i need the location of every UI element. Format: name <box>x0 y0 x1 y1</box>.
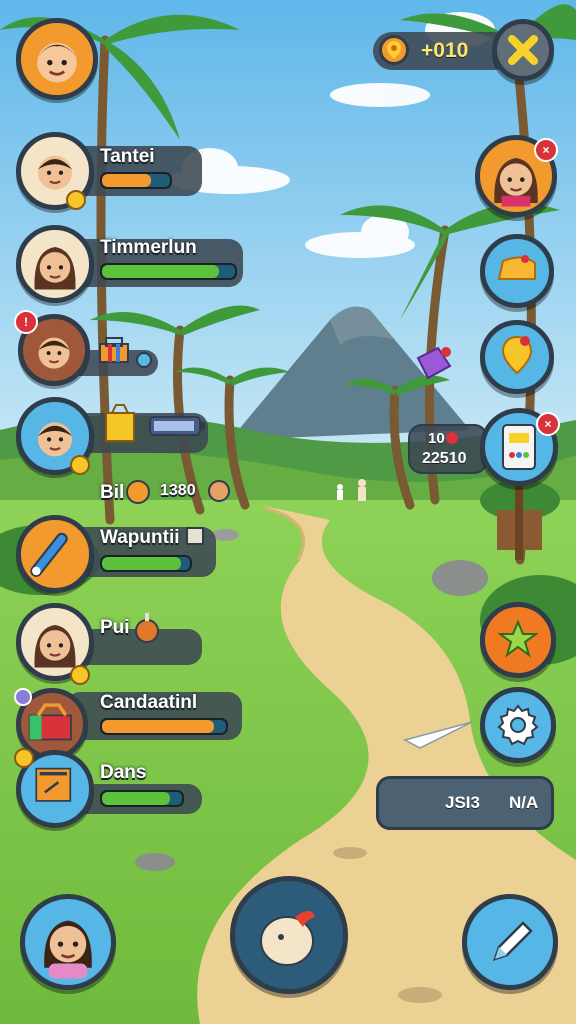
battery-icon <box>148 415 206 437</box>
character-progress-fill <box>102 792 170 805</box>
character-progress-fill <box>102 720 214 733</box>
bell-icon <box>14 748 34 768</box>
info-left-text: JSI3 <box>445 793 480 812</box>
character-row[interactable] <box>14 395 214 477</box>
map-pin-icon <box>497 333 537 382</box>
character-progress-bar <box>100 718 228 735</box>
star-icon <box>70 665 90 685</box>
cheese-icon <box>493 249 541 294</box>
toolbox-icon <box>28 703 72 741</box>
character-progress-fill <box>102 174 151 187</box>
close-button[interactable] <box>492 19 554 81</box>
map-pin-button[interactable] <box>480 320 554 394</box>
gem-icon <box>414 344 454 385</box>
profile-button[interactable] <box>20 894 116 990</box>
character-progress-bar <box>100 790 184 807</box>
right-action-column: × 10 22510 × JSI3 N/A <box>376 130 576 850</box>
card-icon <box>499 421 539 478</box>
coin-value: +010 <box>421 39 469 62</box>
character-row[interactable]: Timmerlun <box>14 225 249 307</box>
character-avatar <box>16 515 94 593</box>
favorites-button[interactable] <box>480 602 556 678</box>
character-progress-fill <box>102 265 220 278</box>
score-bottom: 22510 <box>422 450 467 467</box>
character-name: Wapuntii <box>100 527 180 548</box>
notification-badge: × <box>536 412 560 436</box>
character-progress-bar <box>100 172 172 189</box>
character-row[interactable]: Tantei <box>14 130 224 212</box>
coin-icon <box>379 35 409 65</box>
package-icon <box>186 527 204 545</box>
character-progress-bar <box>100 555 192 572</box>
score-top: 10 <box>428 430 445 447</box>
character-progress-fill <box>102 557 182 570</box>
character-name: Candaatinl <box>100 692 198 713</box>
character-name: Dans <box>100 762 147 783</box>
bottom-bar <box>0 876 576 1024</box>
item-label: Bil <box>100 482 125 503</box>
star-icon <box>496 619 540 664</box>
top-bar: +010 <box>0 0 576 110</box>
settings-button[interactable] <box>480 687 556 763</box>
small-badge-icon <box>14 688 32 706</box>
chicken-icon <box>251 897 327 978</box>
package-icon <box>102 403 138 443</box>
main-action-button[interactable] <box>230 876 348 994</box>
player-avatar[interactable] <box>16 18 98 100</box>
notification-badge: ! <box>14 310 38 334</box>
notification-badge: × <box>534 138 558 162</box>
character-avatar <box>16 225 94 303</box>
star-icon <box>70 455 90 475</box>
star-icon <box>66 190 86 210</box>
item-row[interactable]: Bil 1380 <box>96 478 246 510</box>
cookie-icon <box>208 480 230 502</box>
red-dot-icon <box>446 432 458 444</box>
character-name: Pui <box>100 617 130 638</box>
card-icon <box>35 767 72 802</box>
score-box: 10 22510 <box>408 424 488 474</box>
face-icon <box>44 920 92 979</box>
toolbox-icon <box>98 334 130 364</box>
chicken-icon <box>134 611 160 643</box>
pencil-icon <box>485 917 537 974</box>
character-list: Tantei Timmerlun ! Bil 1380 Wapuntii Pui… <box>0 120 260 840</box>
info-right-text: N/A <box>509 793 539 812</box>
bottom-info-panel: JSI3 N/A <box>376 776 554 830</box>
character-row[interactable]: Dans <box>14 748 214 830</box>
character-row[interactable]: Pui <box>14 603 214 685</box>
chicken-icon <box>126 480 150 504</box>
character-row[interactable]: Wapuntii <box>14 513 224 595</box>
edit-button[interactable] <box>462 894 558 990</box>
close-icon <box>506 33 540 72</box>
character-row[interactable]: ! <box>14 310 174 392</box>
cheese-button[interactable] <box>480 234 554 308</box>
small-gear-icon <box>136 352 152 368</box>
microphone-icon <box>30 532 68 577</box>
face-icon <box>34 247 76 290</box>
gear-icon <box>497 704 539 751</box>
item-value: 1380 <box>160 482 196 499</box>
character-progress-bar <box>100 263 237 280</box>
face-icon <box>37 42 77 83</box>
character-name: Timmerlun <box>100 237 197 258</box>
character-name: Tantei <box>100 146 155 167</box>
